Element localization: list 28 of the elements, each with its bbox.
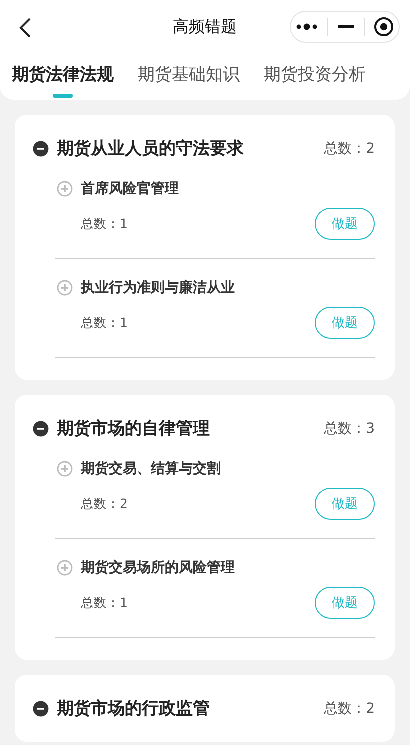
topic-title: 首席风险官管理 (81, 180, 179, 198)
collapse-icon[interactable] (33, 140, 49, 156)
practice-button[interactable]: 做题 (315, 488, 375, 520)
practice-button[interactable]: 做题 (315, 307, 375, 339)
page-title: 高频错题 (173, 17, 237, 38)
topic-count: 总数：1 (81, 594, 128, 612)
topic-title: 期货交易场所的风险管理 (81, 559, 235, 577)
tab[interactable]: 期货法律法规 (12, 55, 114, 100)
close-icon[interactable] (374, 17, 394, 37)
topic-count: 总数：1 (81, 314, 128, 332)
section-title: 期货从业人员的守法要求 (57, 138, 245, 160)
collapse-icon[interactable] (33, 700, 49, 716)
section-count: 总数：3 (324, 420, 375, 438)
topic-title: 执业行为准则与廉洁从业 (81, 279, 235, 297)
collapse-icon[interactable] (33, 420, 49, 436)
section-count: 总数：2 (324, 140, 375, 158)
more-icon[interactable] (296, 23, 318, 31)
topic-title: 期货交易、结算与交割 (81, 460, 221, 478)
section-count: 总数：2 (324, 700, 375, 718)
topic-count: 总数：1 (81, 216, 128, 232)
section-title: 期货市场的行政监管 (57, 698, 211, 720)
topic-count: 总数：2 (81, 496, 128, 512)
minimize-icon[interactable] (338, 25, 354, 29)
tab[interactable]: 期货投资分析 (264, 55, 366, 100)
practice-button[interactable]: 做题 (315, 208, 375, 240)
tab[interactable]: 期货基础知识 (138, 55, 240, 100)
practice-button[interactable]: 做题 (315, 587, 375, 619)
section-title: 期货市场的自律管理 (57, 418, 211, 440)
